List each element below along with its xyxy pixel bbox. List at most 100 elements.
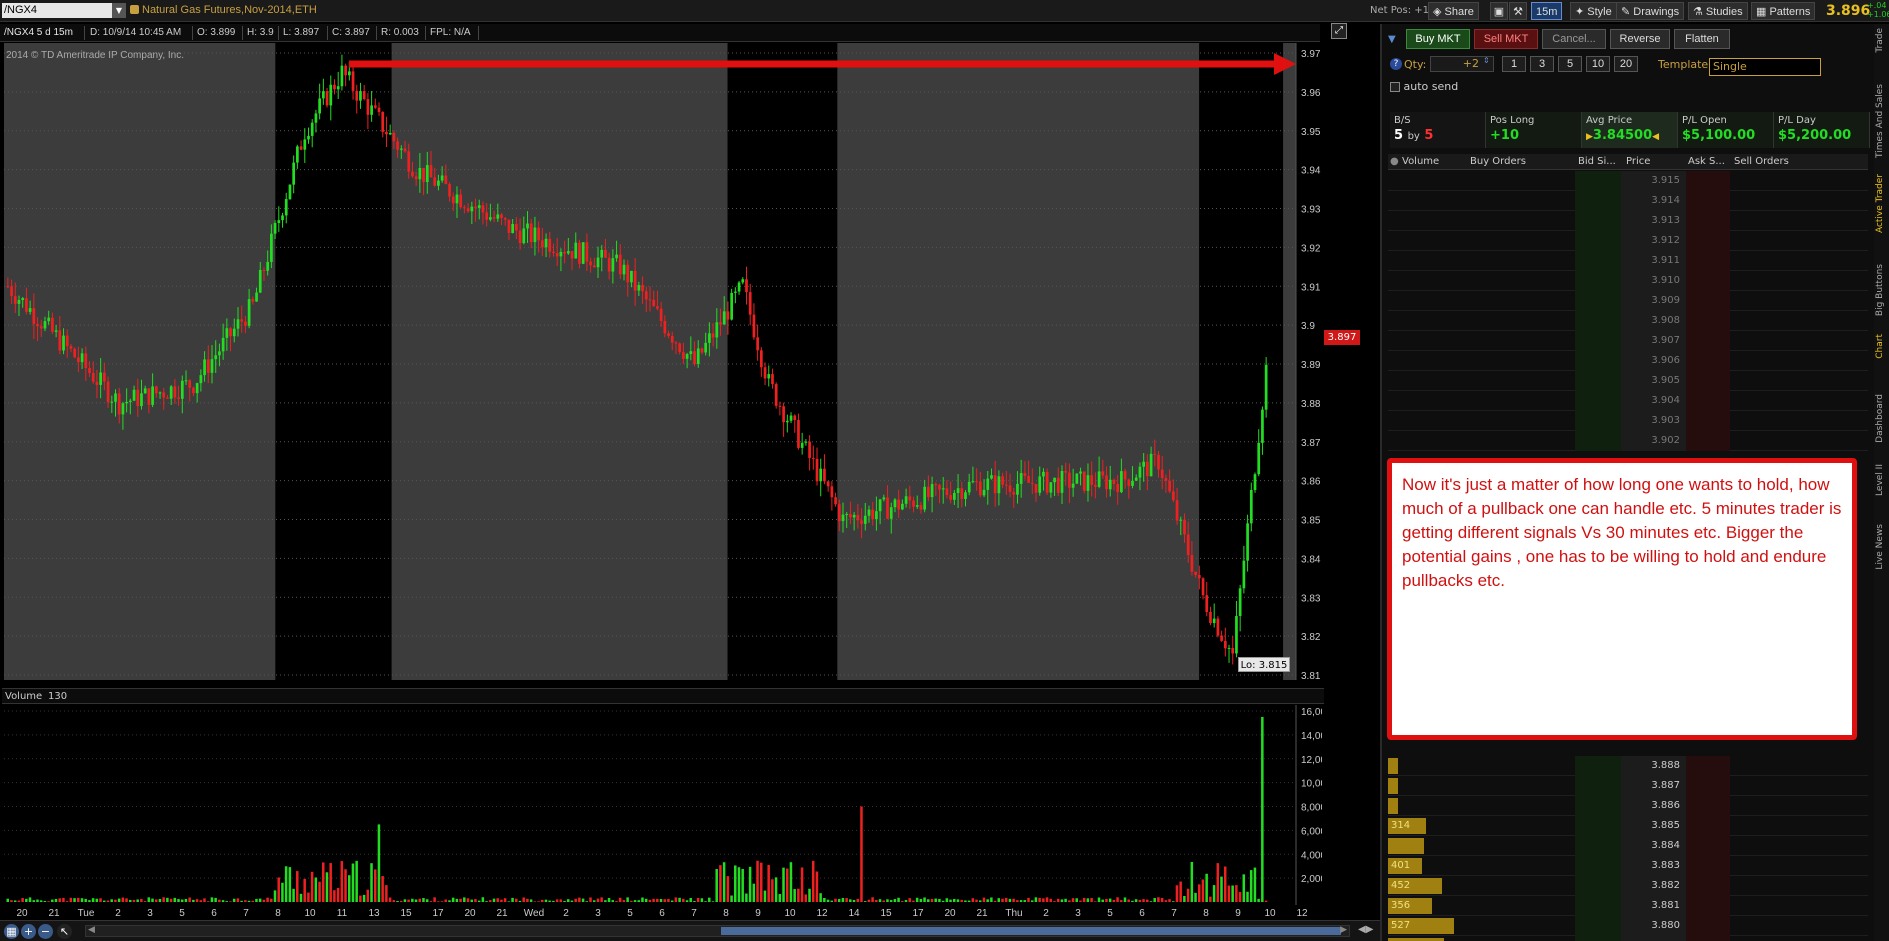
ask-size-cell[interactable] bbox=[1686, 776, 1730, 796]
chart-settings-icon[interactable]: ⤢ bbox=[1331, 23, 1347, 39]
bid-size-cell[interactable] bbox=[1575, 896, 1621, 916]
qty-stepper-icon[interactable]: ⇕ bbox=[1483, 56, 1490, 65]
ask-size-cell[interactable] bbox=[1686, 856, 1730, 876]
ladder-row[interactable]: 452 3.882 bbox=[1388, 876, 1868, 896]
ask-size-cell[interactable] bbox=[1686, 351, 1730, 371]
ladder-row[interactable]: 314 3.885 bbox=[1388, 816, 1868, 836]
side-tab-times-and-sales[interactable]: Times And Sales bbox=[1875, 84, 1885, 158]
bid-size-cell[interactable] bbox=[1575, 231, 1621, 251]
ladder-row[interactable]: 401 3.883 bbox=[1388, 856, 1868, 876]
bid-size-cell[interactable] bbox=[1575, 171, 1621, 191]
reverse-button[interactable]: Reverse bbox=[1610, 29, 1670, 49]
side-tab-live-news[interactable]: Live News bbox=[1875, 524, 1885, 570]
expand-icon[interactable]: ◀▶ bbox=[1358, 924, 1373, 935]
ladder-row[interactable]: 3.909 bbox=[1388, 291, 1868, 311]
side-tab-trade[interactable]: Trade bbox=[1875, 28, 1885, 53]
ladder-row[interactable]: 3.912 bbox=[1388, 231, 1868, 251]
scrollbar-thumb[interactable] bbox=[721, 927, 1341, 935]
ask-size-cell[interactable] bbox=[1686, 291, 1730, 311]
col-buy-orders[interactable]: Buy Orders bbox=[1470, 156, 1526, 167]
ask-size-cell[interactable] bbox=[1686, 431, 1730, 451]
bid-size-cell[interactable] bbox=[1575, 191, 1621, 211]
ladder-row[interactable]: 3.906 bbox=[1388, 351, 1868, 371]
chart-symbol-period[interactable]: /NGX4 5 d 15m bbox=[4, 27, 73, 38]
ask-size-cell[interactable] bbox=[1686, 311, 1730, 331]
bid-size-cell[interactable] bbox=[1575, 351, 1621, 371]
ladder-row[interactable]: 3.908 bbox=[1388, 311, 1868, 331]
ladder-row[interactable]: 3.911 bbox=[1388, 251, 1868, 271]
zoom-in-icon[interactable]: + bbox=[21, 924, 36, 939]
collapse-icon[interactable]: ▼ bbox=[1388, 34, 1396, 45]
col-bid-size[interactable]: Bid Si... bbox=[1578, 156, 1616, 167]
cursor-icon[interactable]: ↖ bbox=[57, 924, 72, 939]
ladder-row[interactable]: 3.888 bbox=[1388, 756, 1868, 776]
qty-button-1[interactable]: 1 bbox=[1502, 56, 1526, 72]
studies-button[interactable]: ⚗ Studies bbox=[1688, 2, 1748, 20]
help-icon[interactable]: ? bbox=[1390, 58, 1402, 70]
ask-size-cell[interactable] bbox=[1686, 876, 1730, 896]
bid-size-cell[interactable] bbox=[1575, 836, 1621, 856]
ask-size-cell[interactable] bbox=[1686, 191, 1730, 211]
bid-size-cell[interactable] bbox=[1575, 251, 1621, 271]
ladder-row[interactable]: 3.910 bbox=[1388, 271, 1868, 291]
ladder-row[interactable]: 356 3.881 bbox=[1388, 896, 1868, 916]
side-tab-dashboard[interactable]: Dashboard bbox=[1875, 394, 1885, 443]
bid-size-cell[interactable] bbox=[1575, 816, 1621, 836]
zoom-fit-icon[interactable]: ▦ bbox=[4, 924, 19, 939]
style-button[interactable]: ✦ Style bbox=[1570, 2, 1617, 20]
buy-mkt-button[interactable]: Buy MKT bbox=[1406, 29, 1470, 49]
side-tab-level-ii[interactable]: Level II bbox=[1875, 464, 1885, 496]
ask-size-cell[interactable] bbox=[1686, 371, 1730, 391]
drawings-button[interactable]: ✎ Drawings bbox=[1616, 2, 1685, 20]
bid-size-cell[interactable] bbox=[1575, 756, 1621, 776]
ask-size-cell[interactable] bbox=[1686, 756, 1730, 776]
col-price[interactable]: Price bbox=[1626, 156, 1650, 167]
ask-size-cell[interactable] bbox=[1686, 211, 1730, 231]
ladder-row[interactable]: 3.887 bbox=[1388, 776, 1868, 796]
ladder-row[interactable]: 3.905 bbox=[1388, 371, 1868, 391]
ladder-row[interactable]: 3.886 bbox=[1388, 796, 1868, 816]
ask-size-cell[interactable] bbox=[1686, 391, 1730, 411]
template-select[interactable]: Single bbox=[1709, 58, 1821, 76]
ladder-row[interactable]: 3.915 bbox=[1388, 171, 1868, 191]
bid-size-cell[interactable] bbox=[1575, 796, 1621, 816]
ask-size-cell[interactable] bbox=[1686, 896, 1730, 916]
auto-send-checkbox[interactable]: auto send bbox=[1390, 80, 1458, 93]
bid-size-cell[interactable] bbox=[1575, 856, 1621, 876]
bid-size-cell[interactable] bbox=[1575, 331, 1621, 351]
bid-size-cell[interactable] bbox=[1575, 291, 1621, 311]
bid-size-cell[interactable] bbox=[1575, 271, 1621, 291]
camera-icon[interactable]: ▣ bbox=[1490, 2, 1508, 20]
qty-button-20[interactable]: 20 bbox=[1614, 56, 1638, 72]
col-sell-orders[interactable]: Sell Orders bbox=[1734, 156, 1789, 167]
ladder-row[interactable]: 3.904 bbox=[1388, 391, 1868, 411]
ask-size-cell[interactable] bbox=[1686, 796, 1730, 816]
bid-size-cell[interactable] bbox=[1575, 391, 1621, 411]
side-tab-active-trader[interactable]: Active Trader bbox=[1875, 174, 1885, 233]
ladder-row[interactable]: 3.902 bbox=[1388, 431, 1868, 451]
share-button[interactable]: ◈ Share bbox=[1428, 2, 1479, 20]
interval-selector[interactable]: 15m bbox=[1531, 2, 1563, 20]
sell-mkt-button[interactable]: Sell MKT bbox=[1474, 29, 1538, 49]
bid-size-cell[interactable] bbox=[1575, 411, 1621, 431]
symbol-input[interactable]: /NGX4 bbox=[2, 3, 112, 18]
ask-size-cell[interactable] bbox=[1686, 231, 1730, 251]
scroll-right-icon[interactable]: ▶ bbox=[1340, 925, 1347, 935]
qty-button-10[interactable]: 10 bbox=[1586, 56, 1610, 72]
col-volume[interactable]: Volume bbox=[1402, 156, 1439, 167]
col-ask-size[interactable]: Ask S... bbox=[1688, 156, 1725, 167]
zoom-out-icon[interactable]: − bbox=[38, 924, 53, 939]
side-tab-chart[interactable]: Chart bbox=[1875, 334, 1885, 359]
ask-size-cell[interactable] bbox=[1686, 331, 1730, 351]
chart-scrollbar[interactable]: ◀ ▶ bbox=[85, 925, 1350, 937]
qty-button-5[interactable]: 5 bbox=[1558, 56, 1582, 72]
scroll-left-icon[interactable]: ◀ bbox=[88, 925, 95, 935]
bid-size-cell[interactable] bbox=[1575, 936, 1621, 941]
ladder-row[interactable]: 3.907 bbox=[1388, 331, 1868, 351]
flatten-button[interactable]: Flatten bbox=[1674, 29, 1730, 49]
bid-size-cell[interactable] bbox=[1575, 431, 1621, 451]
price-chart[interactable]: 3.97 3.96 3.95 3.94 3.93 3.92 3.91 3.9 3.89 3.88 3… bbox=[4, 43, 1322, 680]
ladder-row[interactable]: 3.884 bbox=[1388, 836, 1868, 856]
ladder-row[interactable]: 4763.879 bbox=[1388, 936, 1868, 941]
bid-size-cell[interactable] bbox=[1575, 311, 1621, 331]
